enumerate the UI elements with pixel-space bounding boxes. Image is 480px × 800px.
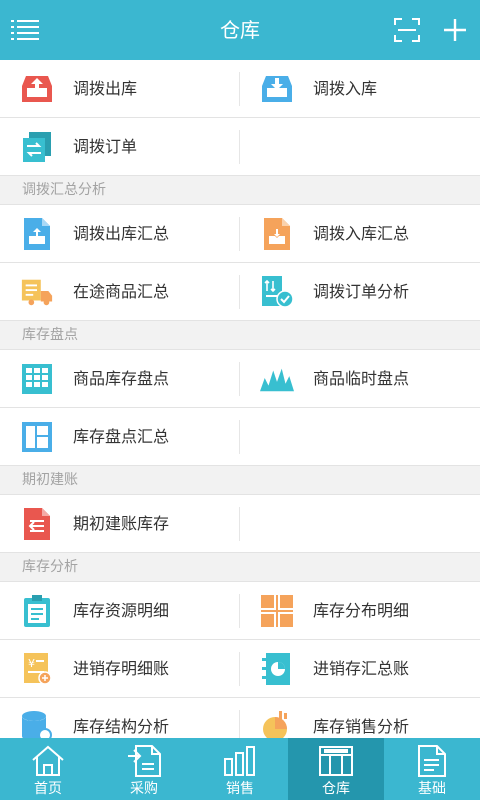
tab-label: 首页 [34,781,62,797]
tab-home[interactable]: 首页 [0,738,96,800]
transfer-out-summary-icon [20,218,54,250]
menu-item-structure-analysis[interactable]: 库存结构分析 [0,698,240,738]
transfer-in-icon [260,73,294,105]
menu-item-transfer-in[interactable]: 调拨入库 [240,60,480,117]
tab-warehouse[interactable]: 仓库 [288,738,384,800]
menu-content: 调拨出库 调拨入库 调拨订单 调拨汇总分析 调拨出库汇总 调拨入库汇总 在途商品… [0,60,480,738]
menu-item-transfer-out-summary[interactable]: 调拨出库汇总 [0,205,240,262]
menu-item-label: 进销存汇总账 [313,659,410,678]
menu-item-resource-detail[interactable]: 库存资源明细 [0,582,240,639]
structure-analysis-icon [20,711,54,738]
menu-item-in-transit[interactable]: 在途商品汇总 [0,263,240,320]
menu-item-transfer-order[interactable]: 调拨订单 [0,118,240,175]
menu-row: 期初建账库存 [0,495,480,553]
menu-item-sales-analysis[interactable]: 库存销售分析 [240,698,480,738]
menu-item-label: 库存销售分析 [313,717,410,736]
transfer-in-summary-icon [260,218,294,250]
temp-count-icon [260,363,294,395]
menu-row: 库存盘点汇总 [0,408,480,466]
plus-icon[interactable] [430,0,480,60]
menu-item-transfer-out[interactable]: 调拨出库 [0,60,240,117]
menu-row: 调拨出库 调拨入库 [0,60,480,118]
empty-cell [240,408,480,465]
menu-item-label: 库存盘点汇总 [73,427,170,446]
stock-count-icon [20,363,54,395]
basic-icon [412,743,452,779]
purchase-icon [124,743,164,779]
menu-item-label: 库存分布明细 [313,601,410,620]
menu-item-label: 在途商品汇总 [73,282,170,301]
menu-item-label: 调拨订单分析 [313,282,410,301]
sales-icon [220,743,260,779]
menu-item-label: 调拨出库汇总 [73,224,170,243]
section-header: 期初建账 [0,466,480,495]
menu-row: 调拨出库汇总 调拨入库汇总 [0,205,480,263]
menu-item-label: 进销存明细账 [73,659,170,678]
warehouse-icon [316,743,356,779]
svg-text:¥: ¥ [28,657,35,670]
count-summary-icon [20,421,54,453]
menu-item-stock-count[interactable]: 商品库存盘点 [0,350,240,407]
menu-item-ledger-detail[interactable]: ¥ 进销存明细账 [0,640,240,697]
ledger-summary-icon [260,653,294,685]
menu-item-label: 调拨入库汇总 [313,224,410,243]
menu-item-ledger-summary[interactable]: 进销存汇总账 [240,640,480,697]
ledger-detail-icon: ¥ [20,653,54,685]
menu-item-transfer-in-summary[interactable]: 调拨入库汇总 [240,205,480,262]
menu-item-label: 调拨订单 [73,137,138,156]
menu-item-label: 调拨出库 [73,79,138,98]
menu-item-label: 商品库存盘点 [73,369,170,388]
tab-label: 基础 [418,781,446,797]
menu-item-order-analysis[interactable]: 调拨订单分析 [240,263,480,320]
menu-item-label: 调拨入库 [313,79,378,98]
menu-item-label: 期初建账库存 [73,514,170,533]
transfer-order-icon [20,131,54,163]
bottom-tab-bar: 首页 采购 销售 仓库 基础 [0,738,480,800]
home-icon [28,743,68,779]
menu-item-count-summary[interactable]: 库存盘点汇总 [0,408,240,465]
empty-cell [240,118,480,175]
menu-row: 库存资源明细 库存分布明细 [0,582,480,640]
order-analysis-icon [260,276,294,308]
sales-analysis-icon [260,711,294,738]
tab-sales[interactable]: 销售 [192,738,288,800]
transfer-out-icon [20,73,54,105]
empty-cell [240,495,480,552]
menu-row: 商品库存盘点 商品临时盘点 [0,350,480,408]
tab-basic[interactable]: 基础 [384,738,480,800]
section-header: 调拨汇总分析 [0,176,480,205]
tab-label: 仓库 [322,781,350,797]
menu-item-label: 库存结构分析 [73,717,170,736]
resource-detail-icon [20,595,54,627]
menu-row: 在途商品汇总 调拨订单分析 [0,263,480,321]
tab-label: 销售 [226,781,254,797]
menu-item-label: 商品临时盘点 [313,369,410,388]
menu-item-label: 库存资源明细 [73,601,170,620]
menu-item-distribution[interactable]: 库存分布明细 [240,582,480,639]
menu-item-temp-count[interactable]: 商品临时盘点 [240,350,480,407]
distribution-icon [260,595,294,627]
scan-icon[interactable] [382,0,432,60]
tab-label: 采购 [130,781,158,797]
menu-row: 调拨订单 [0,118,480,176]
top-bar: 仓库 [0,0,480,60]
section-header: 库存盘点 [0,321,480,350]
menu-row: ¥ 进销存明细账 进销存汇总账 [0,640,480,698]
menu-row: 库存结构分析 库存销售分析 [0,698,480,738]
in-transit-icon [20,276,54,308]
menu-item-opening-stock[interactable]: 期初建账库存 [0,495,240,552]
tab-purchase[interactable]: 采购 [96,738,192,800]
section-header: 库存分析 [0,553,480,582]
opening-stock-icon [20,508,54,540]
